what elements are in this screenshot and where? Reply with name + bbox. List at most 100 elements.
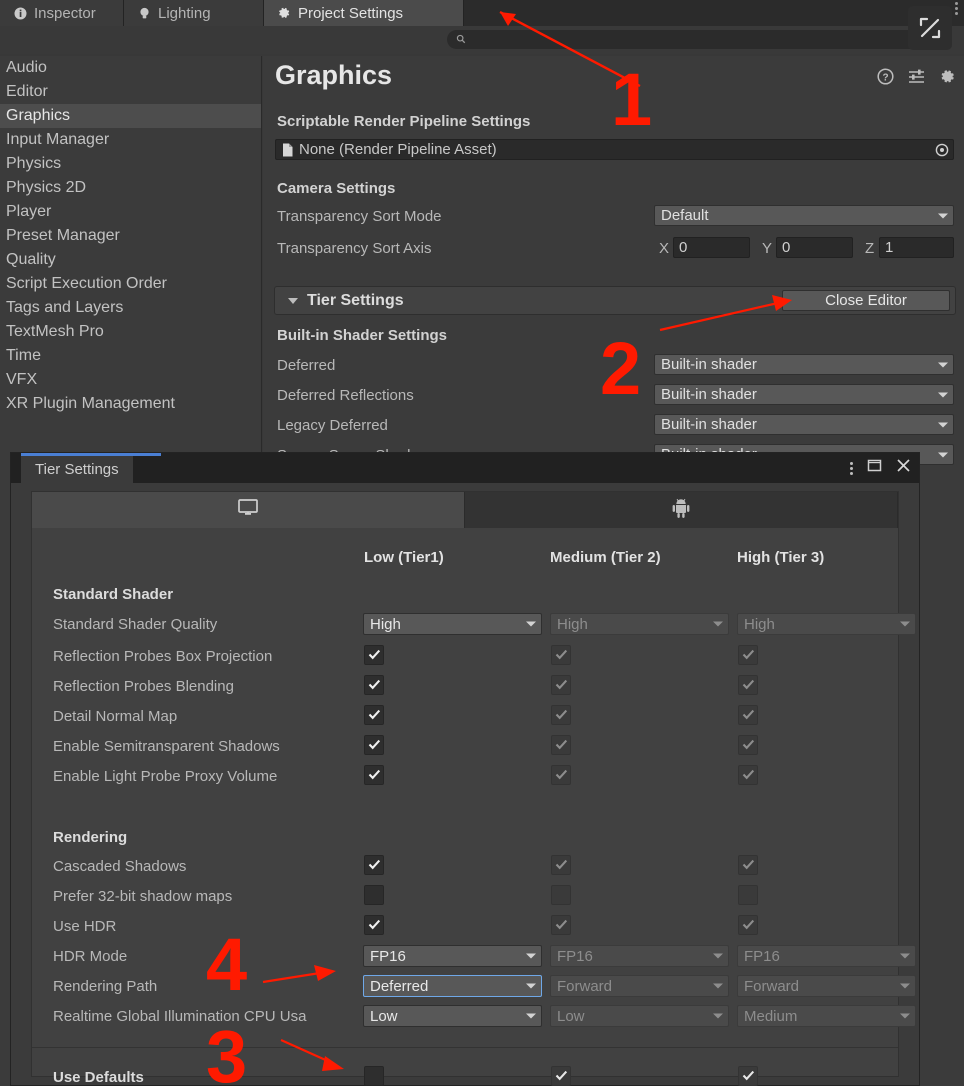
kebab-icon[interactable]: [850, 461, 853, 475]
reflection-probes-blending-medium-checkbox[interactable]: [551, 675, 571, 695]
realtime-gi-cpu-usage-medium-dropdown[interactable]: Low: [550, 1005, 729, 1027]
deferred-reflections-dropdown[interactable]: Built-in shader: [654, 384, 954, 405]
sidebar-item-textmesh-pro[interactable]: TextMesh Pro: [0, 320, 261, 344]
help-icon[interactable]: ?: [877, 68, 894, 90]
gear-icon: [277, 6, 291, 20]
check-icon: [555, 918, 568, 931]
hdr-mode-medium-dropdown[interactable]: FP16: [550, 945, 729, 967]
axis-y-value: 0: [782, 239, 791, 256]
enable-light-probe-proxy-volume-medium-checkbox[interactable]: [551, 765, 571, 785]
expand-icon[interactable]: [908, 6, 952, 50]
rendering-path-high-dropdown[interactable]: Forward: [737, 975, 916, 997]
detail-normal-map-low-checkbox[interactable]: [364, 705, 384, 725]
realtime-gi-cpu-usage-low-dropdown[interactable]: Low: [363, 1005, 542, 1027]
tab-lighting[interactable]: Lighting: [124, 0, 264, 26]
row-label-use-hdr: Use HDR: [53, 918, 117, 935]
reflection-probes-blending-low-checkbox[interactable]: [364, 675, 384, 695]
deferred-dropdown[interactable]: Built-in shader: [654, 354, 954, 375]
sidebar-item-audio[interactable]: Audio: [0, 56, 261, 80]
window-menu-icon[interactable]: [955, 2, 958, 15]
srp-asset-field[interactable]: None (Render Pipeline Asset): [275, 139, 954, 160]
tab-label: Inspector: [34, 4, 96, 22]
close-editor-button[interactable]: Close Editor: [782, 290, 950, 311]
sidebar-item-quality[interactable]: Quality: [0, 248, 261, 272]
platform-tab-android[interactable]: [465, 492, 898, 528]
standard-shader-quality-low-dropdown[interactable]: High: [363, 613, 542, 635]
cascaded-shadows-low-checkbox[interactable]: [364, 855, 384, 875]
deferred-value: Built-in shader: [661, 356, 757, 373]
value: Forward: [557, 977, 613, 995]
preset-icon[interactable]: [908, 68, 925, 90]
enable-light-probe-proxy-volume-high-checkbox[interactable]: [738, 765, 758, 785]
check-icon: [555, 768, 568, 781]
rendering-path-medium-dropdown[interactable]: Forward: [550, 975, 729, 997]
platform-tab-desktop[interactable]: [32, 492, 465, 528]
axis-x-input[interactable]: 0: [673, 237, 750, 258]
rendering-path-low-dropdown[interactable]: Deferred: [363, 975, 542, 997]
cascaded-shadows-medium-checkbox[interactable]: [551, 855, 571, 875]
object-picker-icon[interactable]: [935, 143, 949, 157]
search-field[interactable]: [447, 30, 947, 49]
sidebar-item-vfx[interactable]: VFX: [0, 368, 261, 392]
prefer-32bit-shadow-maps-low-checkbox[interactable]: [364, 885, 384, 905]
realtime-gi-cpu-usage-high-dropdown[interactable]: Medium: [737, 1005, 916, 1027]
detail-normal-map-high-checkbox[interactable]: [738, 705, 758, 725]
search-input[interactable]: [471, 33, 938, 46]
prefer-32bit-shadow-maps-high-checkbox[interactable]: [738, 885, 758, 905]
use-defaults-medium-checkbox[interactable]: [551, 1066, 571, 1086]
row-label-enable-semitransparent-shadows: Enable Semitransparent Shadows: [53, 738, 280, 755]
check-icon: [368, 858, 381, 871]
gear-icon[interactable]: [939, 68, 956, 90]
axis-x-label: X: [659, 240, 670, 257]
enable-semitransparent-shadows-low-checkbox[interactable]: [364, 735, 384, 755]
detail-normal-map-medium-checkbox[interactable]: [551, 705, 571, 725]
reflection-probes-box-projection-medium-checkbox[interactable]: [551, 645, 571, 665]
check-icon: [742, 648, 755, 661]
sidebar-item-tags-and-layers[interactable]: Tags and Layers: [0, 296, 261, 320]
standard-shader-quality-medium-dropdown[interactable]: High: [550, 613, 729, 635]
value: Low: [370, 1007, 398, 1025]
sidebar-item-input-manager[interactable]: Input Manager: [0, 128, 261, 152]
use-defaults-high-checkbox[interactable]: [738, 1066, 758, 1086]
enable-semitransparent-shadows-high-checkbox[interactable]: [738, 735, 758, 755]
standard-shader-quality-high-dropdown[interactable]: High: [737, 613, 916, 635]
check-icon: [742, 738, 755, 751]
sidebar-item-xr-plugin-management[interactable]: XR Plugin Management: [0, 392, 261, 416]
hdr-mode-low-dropdown[interactable]: FP16: [363, 945, 542, 967]
legacy-deferred-dropdown[interactable]: Built-in shader: [654, 414, 954, 435]
prefer-32bit-shadow-maps-medium-checkbox[interactable]: [551, 885, 571, 905]
enable-semitransparent-shadows-medium-checkbox[interactable]: [551, 735, 571, 755]
sidebar-item-time[interactable]: Time: [0, 344, 261, 368]
sidebar-item-physics[interactable]: Physics: [0, 152, 261, 176]
reflection-probes-blending-high-checkbox[interactable]: [738, 675, 758, 695]
reflection-probes-box-projection-high-checkbox[interactable]: [738, 645, 758, 665]
tab-inspector[interactable]: Inspector: [0, 0, 124, 26]
axis-y-input[interactable]: 0: [776, 237, 853, 258]
android-icon: [672, 498, 690, 523]
use-hdr-high-checkbox[interactable]: [738, 915, 758, 935]
sidebar-item-preset-manager[interactable]: Preset Manager: [0, 224, 261, 248]
sidebar-item-editor[interactable]: Editor: [0, 80, 261, 104]
legacy-deferred-label: Legacy Deferred: [277, 417, 388, 434]
row-label-hdr-mode: HDR Mode: [53, 948, 128, 965]
sidebar-item-player[interactable]: Player: [0, 200, 261, 224]
use-defaults-label: Use Defaults: [53, 1069, 144, 1086]
transparency-sort-mode-dropdown[interactable]: Default: [654, 205, 954, 226]
use-hdr-medium-checkbox[interactable]: [551, 915, 571, 935]
enable-light-probe-proxy-volume-low-checkbox[interactable]: [364, 765, 384, 785]
row-label-detail-normal-map: Detail Normal Map: [53, 708, 178, 725]
sidebar-item-script-execution-order[interactable]: Script Execution Order: [0, 272, 261, 296]
use-hdr-low-checkbox[interactable]: [364, 915, 384, 935]
cascaded-shadows-high-checkbox[interactable]: [738, 855, 758, 875]
reflection-probes-box-projection-low-checkbox[interactable]: [364, 645, 384, 665]
axis-z-input[interactable]: 1: [879, 237, 954, 258]
value: Medium: [744, 1007, 798, 1025]
hdr-mode-high-dropdown[interactable]: FP16: [737, 945, 916, 967]
sidebar-item-physics-2d[interactable]: Physics 2D: [0, 176, 261, 200]
tier-settings-tab[interactable]: Tier Settings: [21, 456, 133, 483]
use-defaults-low-checkbox[interactable]: [364, 1066, 384, 1086]
maximize-icon[interactable]: [867, 458, 882, 478]
close-icon[interactable]: [896, 458, 911, 478]
sidebar-item-graphics[interactable]: Graphics: [0, 104, 261, 128]
tab-project-settings[interactable]: Project Settings: [264, 0, 464, 26]
